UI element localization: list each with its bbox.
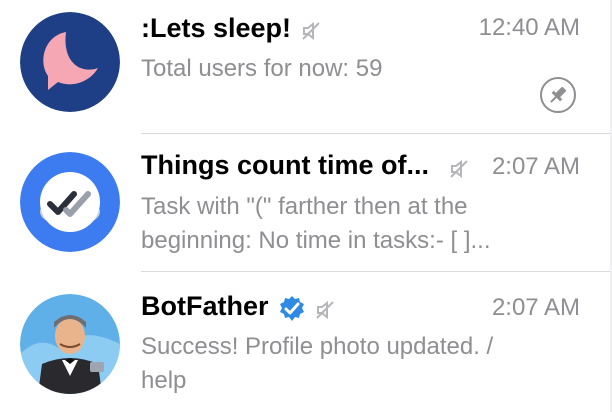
chat-preview-line-2: help — [141, 367, 187, 394]
chat-avatar-things-count — [20, 152, 120, 252]
chat-preview-line-2: beginning: No time in tasks:- [ ]... — [141, 227, 491, 254]
mute-icon — [302, 21, 320, 41]
chat-separator — [141, 271, 612, 272]
chat-list: :Lets sleep! 12:40 AM Total users for no… — [0, 0, 612, 412]
chat-time: 2:07 AM — [491, 294, 580, 321]
verified-badge-icon — [280, 296, 304, 321]
mute-icon — [450, 159, 468, 179]
chat-name: Things count time of... — [141, 150, 429, 180]
chat-preview: Total users for now: 59 — [141, 55, 383, 82]
chat-name: BotFather — [141, 291, 269, 321]
botfather-avatar — [20, 294, 120, 394]
chat-avatar-lets-sleep — [20, 12, 120, 112]
chat-separator — [141, 133, 612, 134]
pin-icon — [540, 77, 576, 113]
chat-avatar-botfather — [20, 294, 120, 394]
chat-name: :Lets sleep! — [141, 13, 292, 43]
double-check-icon — [20, 152, 120, 252]
chat-preview-line-1: Success! Profile photo updated. / — [141, 333, 494, 360]
chat-time: 2:07 AM — [491, 153, 580, 180]
chat-time: 12:40 AM — [478, 14, 580, 41]
moon-icon — [20, 12, 120, 112]
chat-preview-line-1: Task with "(" farther then at the — [141, 193, 468, 220]
mute-icon — [316, 300, 334, 320]
